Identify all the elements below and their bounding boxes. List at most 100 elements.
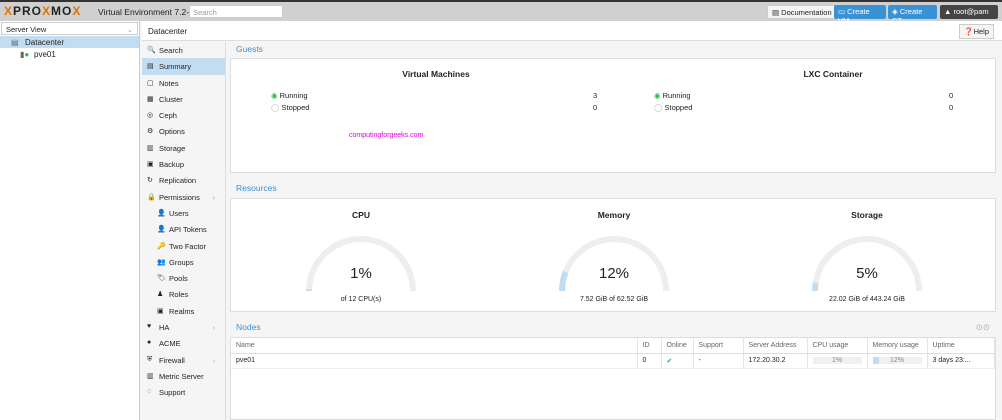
menu-item-metric-server[interactable]: ▥ Metric Server — [142, 368, 225, 384]
menu-item-support[interactable]: ◌ Support — [142, 384, 225, 400]
node-address: 172.20.30.2 — [743, 353, 808, 369]
help-button[interactable]: ❓Help — [959, 24, 994, 39]
menu-item-backup[interactable]: ▣ Backup — [142, 156, 225, 172]
tree-item-node[interactable]: ▮● pve01 — [0, 48, 139, 60]
chevron-icon: › — [212, 355, 216, 365]
menu-item-options[interactable]: ⚙ Options — [142, 123, 225, 139]
datacenter-icon: ▤ — [11, 38, 19, 47]
column-header[interactable]: Online — [661, 338, 694, 354]
column-header[interactable]: Name — [231, 338, 638, 354]
nodes-panel: Name ID Online Support Server Address CPU usa… — [230, 337, 996, 420]
nodes-table: Name ID Online Support Server Address CPU usa… — [231, 338, 995, 369]
datacenter-menu: 🔍 Search ▤ Summary ▢ Notes ▦ Cluster ◎ Ceph ⚙ Optio… — [142, 42, 226, 420]
gauge-detail: 7.52 GiB of 62.52 GiB — [579, 296, 649, 303]
user-menu-button[interactable]: ▲ root@pam ⌄ — [940, 5, 998, 25]
column-header[interactable]: Server Address — [743, 338, 808, 354]
menu-icon: ♟ — [157, 291, 164, 299]
node-id: 0 — [637, 353, 662, 369]
menu-item-users[interactable]: 👤 Users — [142, 205, 225, 221]
resource-tree: Server View ⌄ ▤ Datacenter ▮● pve01 — [0, 21, 140, 420]
column-header[interactable]: ID — [637, 338, 662, 354]
menu-icon: ▣ — [157, 307, 164, 315]
menu-icon: 🔑 — [157, 242, 166, 250]
vm-running-count: 3 — [593, 91, 598, 100]
menu-icon: ▤ — [147, 63, 154, 71]
table-row[interactable]: pve01 0 ✔ - 172.20.30.2 1% 12% 3 days 23… — [231, 353, 995, 369]
chevron-down-icon: ⌄ — [126, 25, 133, 34]
create-vm-button[interactable]: ▭ Create VM — [834, 5, 886, 25]
menu-item-two-factor[interactable]: 🔑 Two Factor — [142, 238, 225, 254]
online-check-icon: ✔ — [661, 353, 694, 369]
menu-item-cluster[interactable]: ▦ Cluster — [142, 91, 225, 107]
top-bar: XPROXMOX Virtual Environment 7.2-7 Searc… — [0, 0, 1002, 25]
menu-item-notes[interactable]: ▢ Notes — [142, 75, 225, 91]
menu-item-groups[interactable]: 👥 Groups — [142, 254, 225, 270]
gauge-fill — [812, 282, 819, 292]
view-selector[interactable]: Server View ⌄ — [1, 22, 138, 35]
cube-icon: ◈ — [892, 7, 900, 16]
gauge-value: 12% — [598, 265, 630, 282]
menu-item-storage[interactable]: ▥ Storage — [142, 140, 225, 156]
ct-stopped-count: 0 — [949, 103, 954, 112]
vm-stopped-count: 0 — [593, 103, 598, 112]
gauge-detail: of 12 CPU(s) — [340, 296, 382, 303]
menu-icon: ◎ — [147, 112, 154, 120]
gauge-value: 5% — [856, 265, 878, 282]
guests-panel: Virtual Machines ◉ Running 3 ◯ Stopped 0… — [230, 58, 996, 173]
menu-item-ceph[interactable]: ◎ Ceph — [142, 107, 225, 123]
column-header[interactable]: Memory usage — [867, 338, 928, 354]
menu-item-search[interactable]: 🔍 Search — [142, 42, 225, 58]
monitor-icon: ▭ — [838, 7, 848, 16]
nodes-title: Nodes ⊙⊙ — [230, 320, 996, 334]
menu-item-permissions[interactable]: 🔒 Permissions › — [142, 189, 225, 205]
column-header[interactable]: Support — [693, 338, 744, 354]
menu-item-realms[interactable]: ▣ Realms — [142, 303, 225, 319]
gauge-arc — [559, 236, 669, 292]
menu-icon: 🔒 — [147, 193, 156, 201]
menu-icon: 🔍 — [147, 47, 156, 54]
node-uptime: 3 days 23:... — [927, 353, 995, 369]
gauge-arc — [306, 236, 416, 292]
menu-item-api-tokens[interactable]: 👤 API Tokens — [142, 221, 225, 237]
server-online-icon: ▮● — [20, 50, 30, 59]
running-icon: ◉ — [654, 91, 661, 100]
menu-icon: ♥ — [147, 323, 152, 331]
column-header[interactable]: CPU usage — [807, 338, 868, 354]
menu-item-replication[interactable]: ↻ Replication — [142, 172, 225, 188]
menu-icon: ↻ — [147, 177, 153, 185]
user-icon: ▲ — [944, 7, 954, 16]
chevron-icon: › — [212, 192, 216, 202]
version-label: Virtual Environment 7.2-7 — [98, 7, 194, 17]
tree-item-datacenter[interactable]: ▤ Datacenter — [0, 36, 139, 48]
menu-item-pools[interactable]: 🏷 Pools — [142, 270, 225, 286]
gauge-value: 1% — [350, 265, 372, 282]
create-ct-button[interactable]: ◈ Create CT — [888, 5, 937, 25]
menu-item-firewall[interactable]: ⛨ Firewall › — [142, 352, 225, 368]
menu-item-summary[interactable]: ▤ Summary — [142, 58, 225, 75]
menu-item-ha[interactable]: ♥ HA › — [142, 319, 225, 335]
menu-icon: ▢ — [147, 79, 154, 87]
menu-icon: ◌ — [147, 388, 152, 396]
column-header[interactable]: Uptime — [927, 338, 995, 354]
page-title: Datacenter — [148, 27, 188, 36]
menu-icon: ▥ — [147, 144, 154, 152]
collapse-expand-icons[interactable]: ⊙⊙ — [976, 322, 990, 333]
menu-icon: ⛨ — [147, 355, 153, 363]
book-icon: ▤ — [772, 8, 782, 17]
vm-running: ◉ Running — [271, 91, 308, 100]
content-header: Datacenter ❓Help — [142, 21, 1002, 41]
watermark: computingforgeeks.com — [349, 132, 424, 139]
menu-item-roles[interactable]: ♟ Roles — [142, 286, 225, 302]
stopped-icon: ◯ — [654, 103, 663, 112]
menu-icon: ● — [147, 339, 152, 347]
cpu-usage-bar: 1% — [807, 353, 868, 369]
documentation-button[interactable]: ▤ Documentation — [767, 5, 837, 19]
ct-stopped: ◯ Stopped — [654, 103, 693, 112]
search-input[interactable]: Search — [189, 5, 283, 18]
chevron-icon: › — [212, 323, 216, 333]
resources-panel: CPU 1% of 12 CPU(s) Memory 12% 7.52 GiB o… — [230, 198, 996, 312]
menu-item-acme[interactable]: ● ACME — [142, 335, 225, 351]
menu-icon: 👤 — [157, 226, 166, 234]
vm-stopped: ◯ Stopped — [271, 103, 310, 112]
menu-icon: ▥ — [147, 372, 154, 380]
